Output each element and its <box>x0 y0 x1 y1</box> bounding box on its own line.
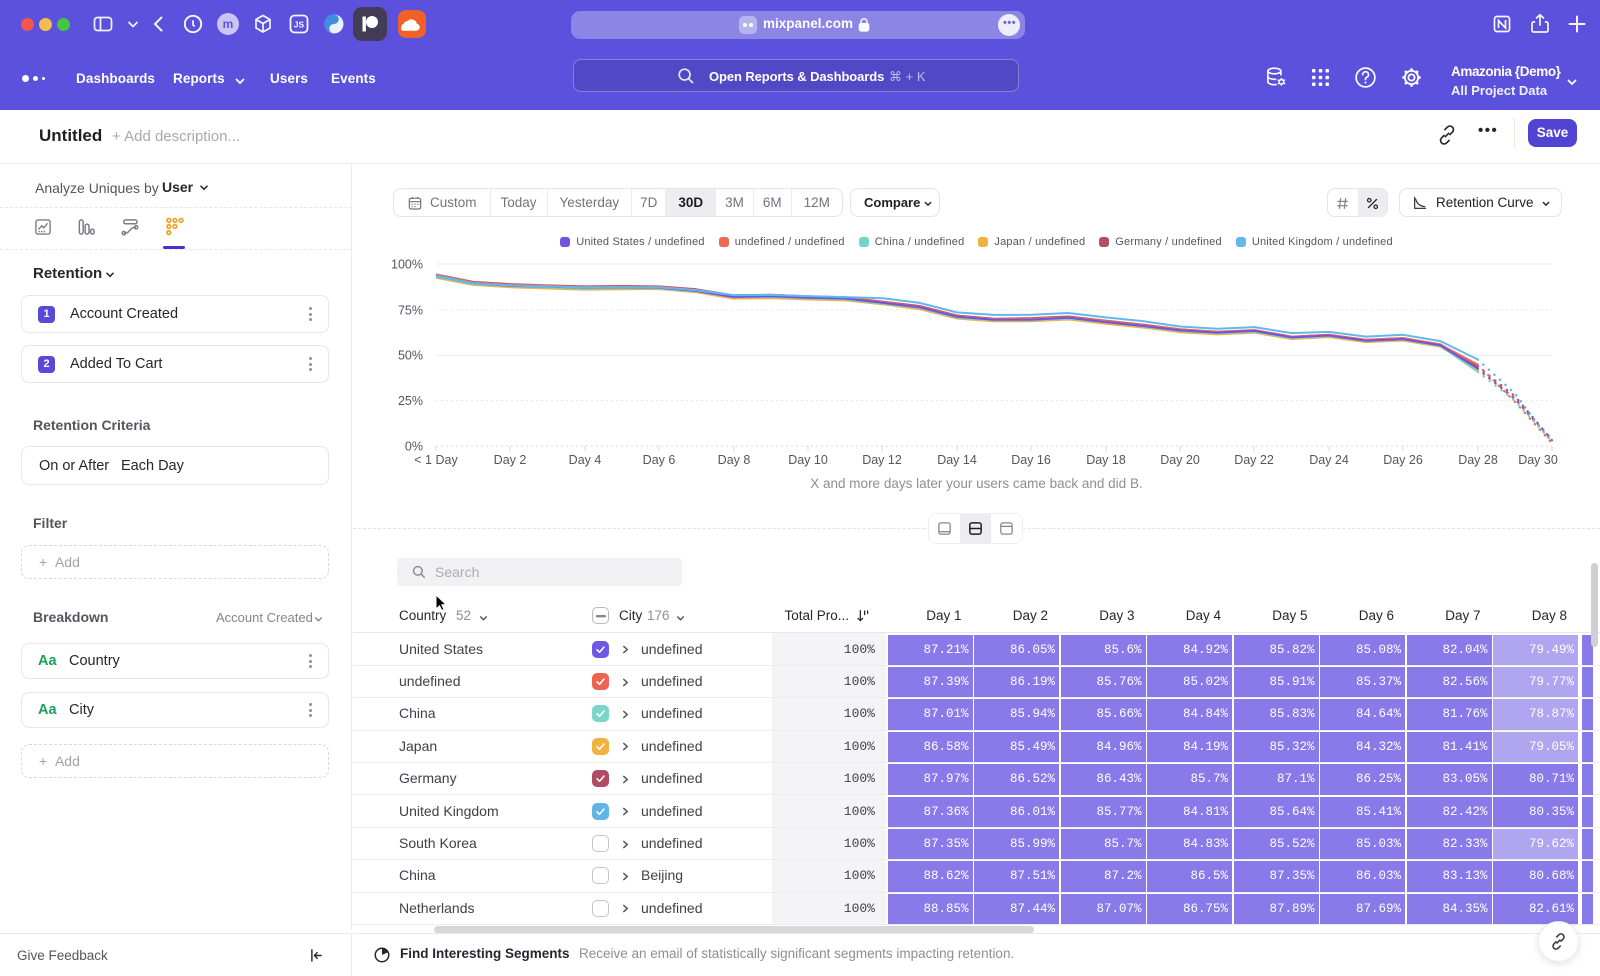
svg-text:Day 28: Day 28 <box>1458 453 1498 467</box>
svg-text:JS: JS <box>294 20 305 30</box>
svg-text:Day 20: Day 20 <box>1160 453 1200 467</box>
svg-text:Day 26: Day 26 <box>1383 453 1423 467</box>
svg-text:Day 8: Day 8 <box>718 453 751 467</box>
svg-text:Day 14: Day 14 <box>937 453 977 467</box>
svg-text:Day 12: Day 12 <box>862 453 902 467</box>
svg-text:Day 6: Day 6 <box>643 453 676 467</box>
svg-text:Day 4: Day 4 <box>569 453 602 467</box>
svg-text:< 1 Day: < 1 Day <box>414 453 458 467</box>
svg-text:25%: 25% <box>398 394 423 408</box>
svg-text:Day 24: Day 24 <box>1309 453 1349 467</box>
svg-text:100%: 100% <box>391 258 423 272</box>
svg-text:50%: 50% <box>398 349 423 363</box>
svg-text:Day 2: Day 2 <box>494 453 527 467</box>
svg-text:Day 30: Day 30 <box>1518 453 1558 467</box>
svg-text:75%: 75% <box>398 303 423 317</box>
svg-text:0%: 0% <box>405 440 423 454</box>
svg-text:Day 18: Day 18 <box>1086 453 1126 467</box>
svg-text:Day 22: Day 22 <box>1234 453 1274 467</box>
svg-text:Day 16: Day 16 <box>1011 453 1051 467</box>
svg-text:Day 10: Day 10 <box>788 453 828 467</box>
